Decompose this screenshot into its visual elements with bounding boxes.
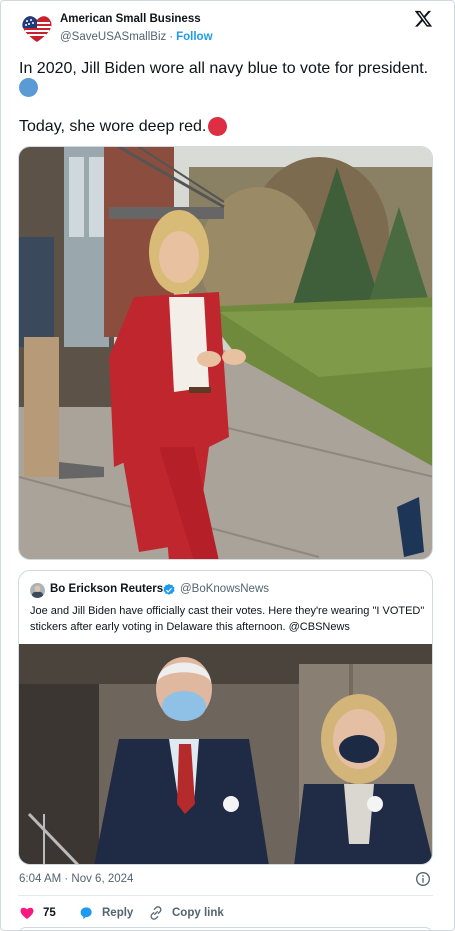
- tweet-text-line-2: Today, she wore deep red.: [19, 118, 207, 135]
- info-icon[interactable]: [415, 871, 431, 887]
- x-logo-icon[interactable]: [414, 9, 433, 28]
- meta-separator: ·: [169, 31, 174, 43]
- tweet-card: American Small Business @SaveUSASmallBiz…: [0, 0, 455, 931]
- like-button[interactable]: 75: [19, 904, 56, 922]
- quote-author-name[interactable]: Bo Erickson Reuters: [50, 583, 163, 595]
- quote-author-avatar[interactable]: [30, 583, 45, 598]
- tweet-photo[interactable]: [18, 146, 433, 560]
- author-handle[interactable]: @SaveUSASmallBiz: [60, 31, 166, 43]
- copy-link-button[interactable]: Copy link: [148, 904, 224, 922]
- person-avatar-icon: [30, 583, 45, 598]
- divider: [18, 895, 433, 896]
- quote-author-handle[interactable]: @BoKnowsNews: [180, 583, 269, 595]
- photo-woman-red-suit-icon: [19, 147, 432, 559]
- photo-couple-masks-icon: [19, 644, 432, 864]
- copy-link-label: Copy link: [172, 907, 224, 919]
- next-card-edge: [18, 927, 433, 931]
- quoted-tweet[interactable]: Bo Erickson Reuters @BoKnowsNews Joe and…: [18, 570, 433, 865]
- reply-label: Reply: [102, 907, 134, 919]
- follow-button[interactable]: Follow: [176, 31, 212, 43]
- tweet-timestamp[interactable]: 6:04 AM · Nov 6, 2024: [19, 873, 133, 885]
- reply-bubble-icon: [80, 907, 92, 919]
- red-circle-emoji-icon: [208, 117, 227, 136]
- tweet-text-line-1: In 2020, Jill Biden wore all navy blue t…: [19, 60, 429, 77]
- us-flag-heart-icon: [18, 9, 56, 47]
- author-meta: @SaveUSASmallBiz · Follow: [60, 31, 213, 43]
- quote-photo[interactable]: [19, 644, 432, 864]
- heart-icon: [20, 907, 34, 919]
- verified-badge-icon: [163, 583, 175, 595]
- author-name[interactable]: American Small Business: [60, 13, 201, 25]
- link-icon: [150, 906, 162, 920]
- reply-button[interactable]: Reply: [78, 904, 133, 922]
- author-avatar[interactable]: [18, 9, 56, 47]
- blue-circle-emoji-icon: [19, 78, 38, 97]
- like-count: 75: [43, 907, 56, 919]
- quote-text: Joe and Jill Biden have officially cast …: [30, 605, 425, 633]
